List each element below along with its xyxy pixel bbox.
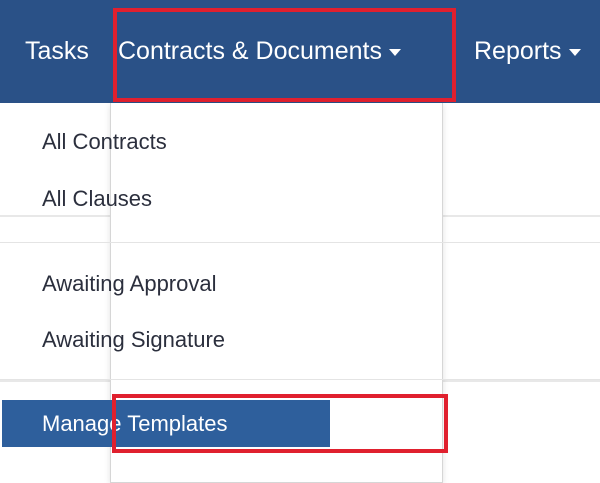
menu-divider bbox=[0, 242, 600, 243]
menu-item-all-clauses-label: All Clauses bbox=[42, 186, 153, 211]
dropdown-items-layer: All Contracts All Clauses Awaiting Appro… bbox=[0, 0, 600, 464]
menu-divider bbox=[0, 379, 600, 380]
menu-item-awaiting-signature[interactable]: Awaiting Signature bbox=[0, 318, 600, 362]
menu-item-all-clauses[interactable]: All Clauses bbox=[0, 177, 600, 221]
menu-item-manage-templates[interactable]: Manage Templates bbox=[2, 400, 330, 447]
menu-item-all-contracts[interactable]: All Contracts bbox=[0, 120, 600, 164]
menu-item-awaiting-approval[interactable]: Awaiting Approval bbox=[0, 262, 600, 306]
menu-item-awaiting-signature-label: Awaiting Signature bbox=[42, 327, 226, 352]
menu-item-all-contracts-label: All Contracts bbox=[42, 129, 167, 154]
menu-item-awaiting-approval-label: Awaiting Approval bbox=[42, 271, 217, 296]
menu-item-manage-templates-label: Manage Templates bbox=[42, 410, 228, 436]
